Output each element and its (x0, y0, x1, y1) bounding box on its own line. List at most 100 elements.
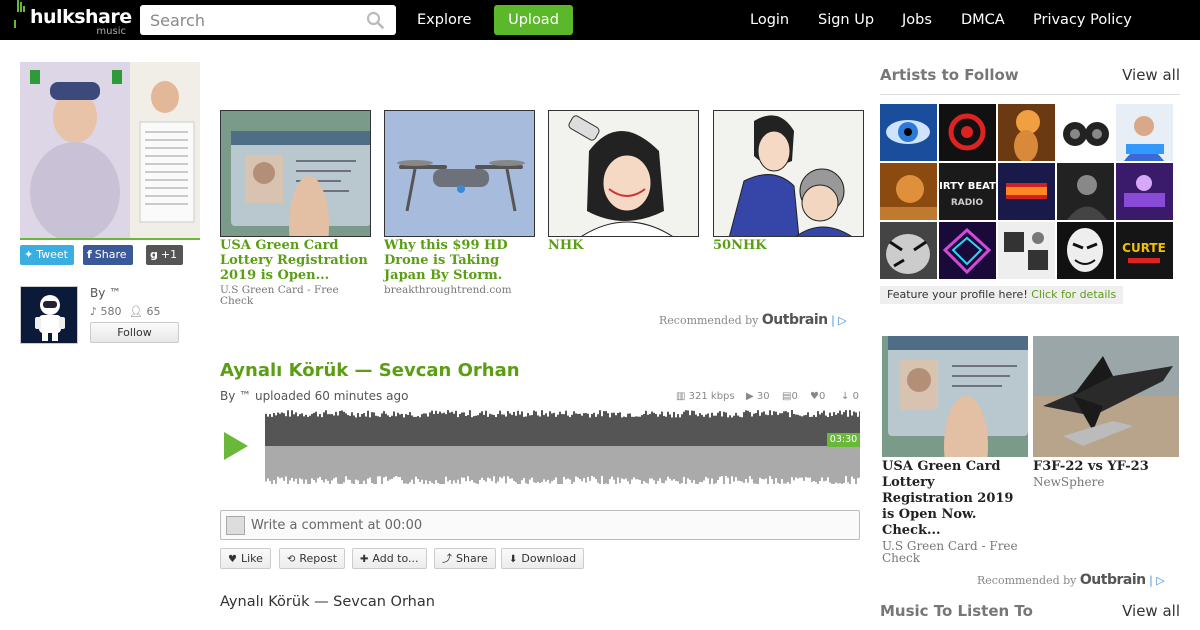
share-button[interactable]: ⤴ Share (434, 548, 496, 569)
sidebar-ad-title[interactable]: USA Green Card Lottery Registration 2019… (882, 459, 1028, 539)
adchoices-icon: | ▷ (1149, 574, 1165, 587)
track-bitrate: ▥ 321 kbps (676, 391, 735, 402)
artist-avatar[interactable] (1057, 222, 1114, 279)
dirty-beats-label: DIRTY BEATS (939, 181, 996, 192)
bitrate-icon: ▥ (676, 391, 686, 402)
track-comments: ▤0 (782, 391, 798, 402)
nav-dmca[interactable]: DMCA (961, 0, 1005, 40)
recommended-item[interactable]: USA Green Card Lottery Registration 2019… (220, 110, 372, 307)
follow-button[interactable]: Follow (90, 322, 179, 343)
artist-avatar[interactable] (939, 222, 996, 279)
commenter-avatar-icon (226, 516, 245, 535)
recommended-item[interactable]: 50NHK (713, 110, 865, 253)
artist-avatar[interactable] (939, 104, 996, 161)
twitter-bird-icon: ✦ (24, 248, 34, 261)
dirty-beats-radio-label: RADIO (951, 198, 984, 208)
waveform[interactable] (265, 408, 860, 484)
artist-avatar[interactable] (998, 222, 1055, 279)
repost-icon: ⟲ (287, 554, 296, 565)
top-bar: hulkshare music Explore Upload Login Sig… (0, 0, 1200, 40)
nav-explore[interactable]: Explore (417, 0, 471, 40)
sidebar-ad-thumbnail (882, 336, 1028, 457)
recommended-title[interactable]: NHK (548, 238, 700, 253)
artist-avatar[interactable] (1116, 163, 1173, 220)
facebook-icon: f (87, 248, 92, 261)
track-byline: By ™ uploaded 60 minutes ago (220, 389, 409, 403)
sidebar-ad-title[interactable]: F3F-22 vs YF-23 (1033, 459, 1179, 475)
recommended-source: breakthroughtrend.com (384, 284, 512, 296)
uploader-name[interactable]: By ™ (90, 286, 121, 300)
recommended-thumbnail (548, 110, 699, 237)
sidebar-ad[interactable]: F3F-22 vs YF-23 NewSphere (1033, 336, 1179, 488)
feature-details-link[interactable]: Click for details (1031, 288, 1116, 301)
google-plus-icon: g (150, 248, 158, 261)
uploader-plays: 580 (100, 305, 122, 318)
artist-avatar[interactable] (998, 104, 1055, 161)
music-view-all-link[interactable]: View all (1122, 602, 1180, 620)
facebook-share-button[interactable]: f Share (83, 245, 133, 265)
artist-avatar[interactable]: DIRTY BEATS RADIO (939, 163, 996, 220)
tweet-button[interactable]: ✦ Tweet (20, 245, 74, 265)
plus-icon: ✚ (360, 554, 369, 565)
search-box (140, 5, 396, 35)
add-to-button[interactable]: ✚ Add to... (352, 548, 427, 569)
uploader-avatar[interactable] (20, 286, 78, 344)
sidebar-outbrain-attribution[interactable]: Recommended by Outbrain | ▷ (977, 572, 1165, 588)
recommended-title[interactable]: 50NHK (713, 238, 865, 253)
outbrain-attribution[interactable]: Recommended by Outbrain | ▷ (659, 312, 847, 328)
nav-privacy-policy[interactable]: Privacy Policy (1033, 0, 1132, 40)
uploader-followers: 65 (146, 305, 161, 318)
artist-avatar[interactable] (880, 104, 937, 161)
artist-avatar[interactable] (1116, 104, 1173, 161)
recommended-source: U.S Green Card - Free Check (220, 284, 339, 307)
adchoices-icon: | ▷ (831, 314, 847, 327)
logo-subtext: music (96, 26, 126, 37)
recommended-item[interactable]: NHK (548, 110, 700, 253)
artist-avatar[interactable] (998, 163, 1055, 220)
sidebar-ad-source: U.S Green Card - Free Check (882, 539, 1018, 565)
comment-box (220, 510, 860, 540)
recommended-thumbnail (220, 110, 371, 237)
artist-avatar[interactable] (1057, 104, 1114, 161)
download-icon: ⬇ (509, 554, 518, 565)
curte-label: CURTE (1122, 241, 1166, 255)
recommended-thumbnail (713, 110, 864, 237)
hulkshare-logo[interactable]: hulkshare music (14, 0, 132, 37)
track-downloads: ↓ 0 (841, 391, 859, 402)
logo-text: hulkshare (30, 6, 132, 28)
artists-to-follow-header: Artists to Follow View all (880, 66, 1180, 84)
user-icon: 👤︎ (129, 305, 143, 318)
track-description: Aynalı Körük — Sevcan Orhan (220, 594, 435, 610)
download-count-icon: ↓ (841, 391, 850, 402)
recommended-item[interactable]: Why this $99 HD Drone is Taking Japan By… (384, 110, 536, 296)
repost-button[interactable]: ⟲ Repost (279, 548, 346, 569)
sidebar-ad-source: NewSphere (1033, 475, 1105, 489)
download-button[interactable]: ⬇ Download (501, 548, 585, 569)
recommended-title[interactable]: USA Green Card Lottery Registration 2019… (220, 238, 372, 283)
search-input[interactable] (150, 6, 370, 34)
artist-avatar[interactable] (880, 163, 937, 220)
comment-input[interactable] (251, 515, 851, 535)
artists-view-all-link[interactable]: View all (1122, 66, 1180, 84)
track-plays: ▶ 30 (746, 391, 770, 402)
feature-profile-banner: Feature your profile here! Click for det… (880, 286, 1124, 304)
track-title: Aynalı Körük — Sevcan Orhan (220, 360, 520, 381)
nav-jobs[interactable]: Jobs (902, 0, 932, 40)
play-button[interactable] (224, 432, 248, 460)
album-cover[interactable] (20, 62, 200, 240)
nav-signup[interactable]: Sign Up (818, 0, 874, 40)
google-plus-button[interactable]: g +1 (146, 245, 184, 265)
track-duration: 03:30 (827, 433, 860, 447)
like-button[interactable]: ♥ Like (220, 548, 271, 569)
artist-avatar[interactable] (880, 222, 937, 279)
track-likes: ♥0 (810, 391, 826, 402)
outbrain-logo: Outbrain (761, 312, 828, 328)
recommended-title[interactable]: Why this $99 HD Drone is Taking Japan By… (384, 238, 536, 283)
nav-login[interactable]: Login (750, 0, 789, 40)
artist-avatar[interactable] (1057, 163, 1114, 220)
upload-button[interactable]: Upload (494, 5, 573, 35)
artist-avatar[interactable]: CURTE (1116, 222, 1173, 279)
search-icon[interactable] (366, 11, 384, 29)
sidebar-ad[interactable]: USA Green Card Lottery Registration 2019… (882, 336, 1028, 564)
music-to-listen-header: Music To Listen To View all (880, 602, 1180, 620)
